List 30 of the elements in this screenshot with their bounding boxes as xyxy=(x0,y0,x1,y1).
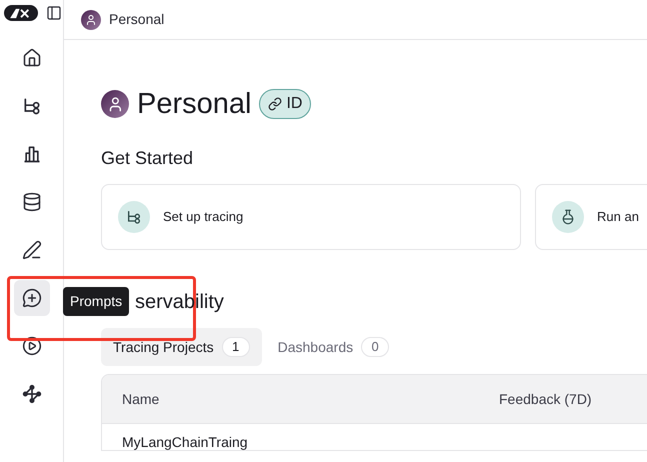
column-header: Name xyxy=(121,390,160,408)
tab[interactable]: Tracing Projects 1 xyxy=(101,328,262,366)
table-cell-text: MyLangChainTraing xyxy=(121,434,248,450)
breadcrumb-link[interactable]: Personal xyxy=(109,9,164,30)
tab[interactable]: Dashboards 0 xyxy=(266,328,402,366)
nodes-icon xyxy=(22,384,42,404)
avatar-icon xyxy=(81,10,101,30)
count-badge: 0 xyxy=(361,337,390,357)
avatar-icon xyxy=(101,90,129,118)
logo-icon xyxy=(4,5,38,21)
database-icon xyxy=(22,192,42,212)
tracing-icon xyxy=(22,96,42,116)
link-icon xyxy=(268,97,282,111)
flask-icon xyxy=(560,209,576,225)
play-icon xyxy=(22,336,42,356)
pen-icon xyxy=(22,240,42,260)
sidebar-toggle-icon[interactable] xyxy=(46,5,62,21)
get-started-card[interactable]: Run an xyxy=(535,184,647,250)
count-badge: 1 xyxy=(222,337,250,357)
column-header: Feedback (7D) xyxy=(499,390,592,409)
chat-plus-icon xyxy=(22,288,42,308)
section-title: Get Started xyxy=(101,147,194,169)
sidebar-nav-button[interactable] xyxy=(14,280,50,316)
home-icon xyxy=(22,48,42,68)
tracing-icon xyxy=(126,209,142,225)
get-started-card[interactable]: Set up tracing xyxy=(101,184,521,250)
bar-chart-icon xyxy=(22,144,42,164)
id-button[interactable]: ID xyxy=(259,89,312,119)
page-title: Personal xyxy=(137,88,252,120)
tooltip: Prompts xyxy=(63,287,130,316)
